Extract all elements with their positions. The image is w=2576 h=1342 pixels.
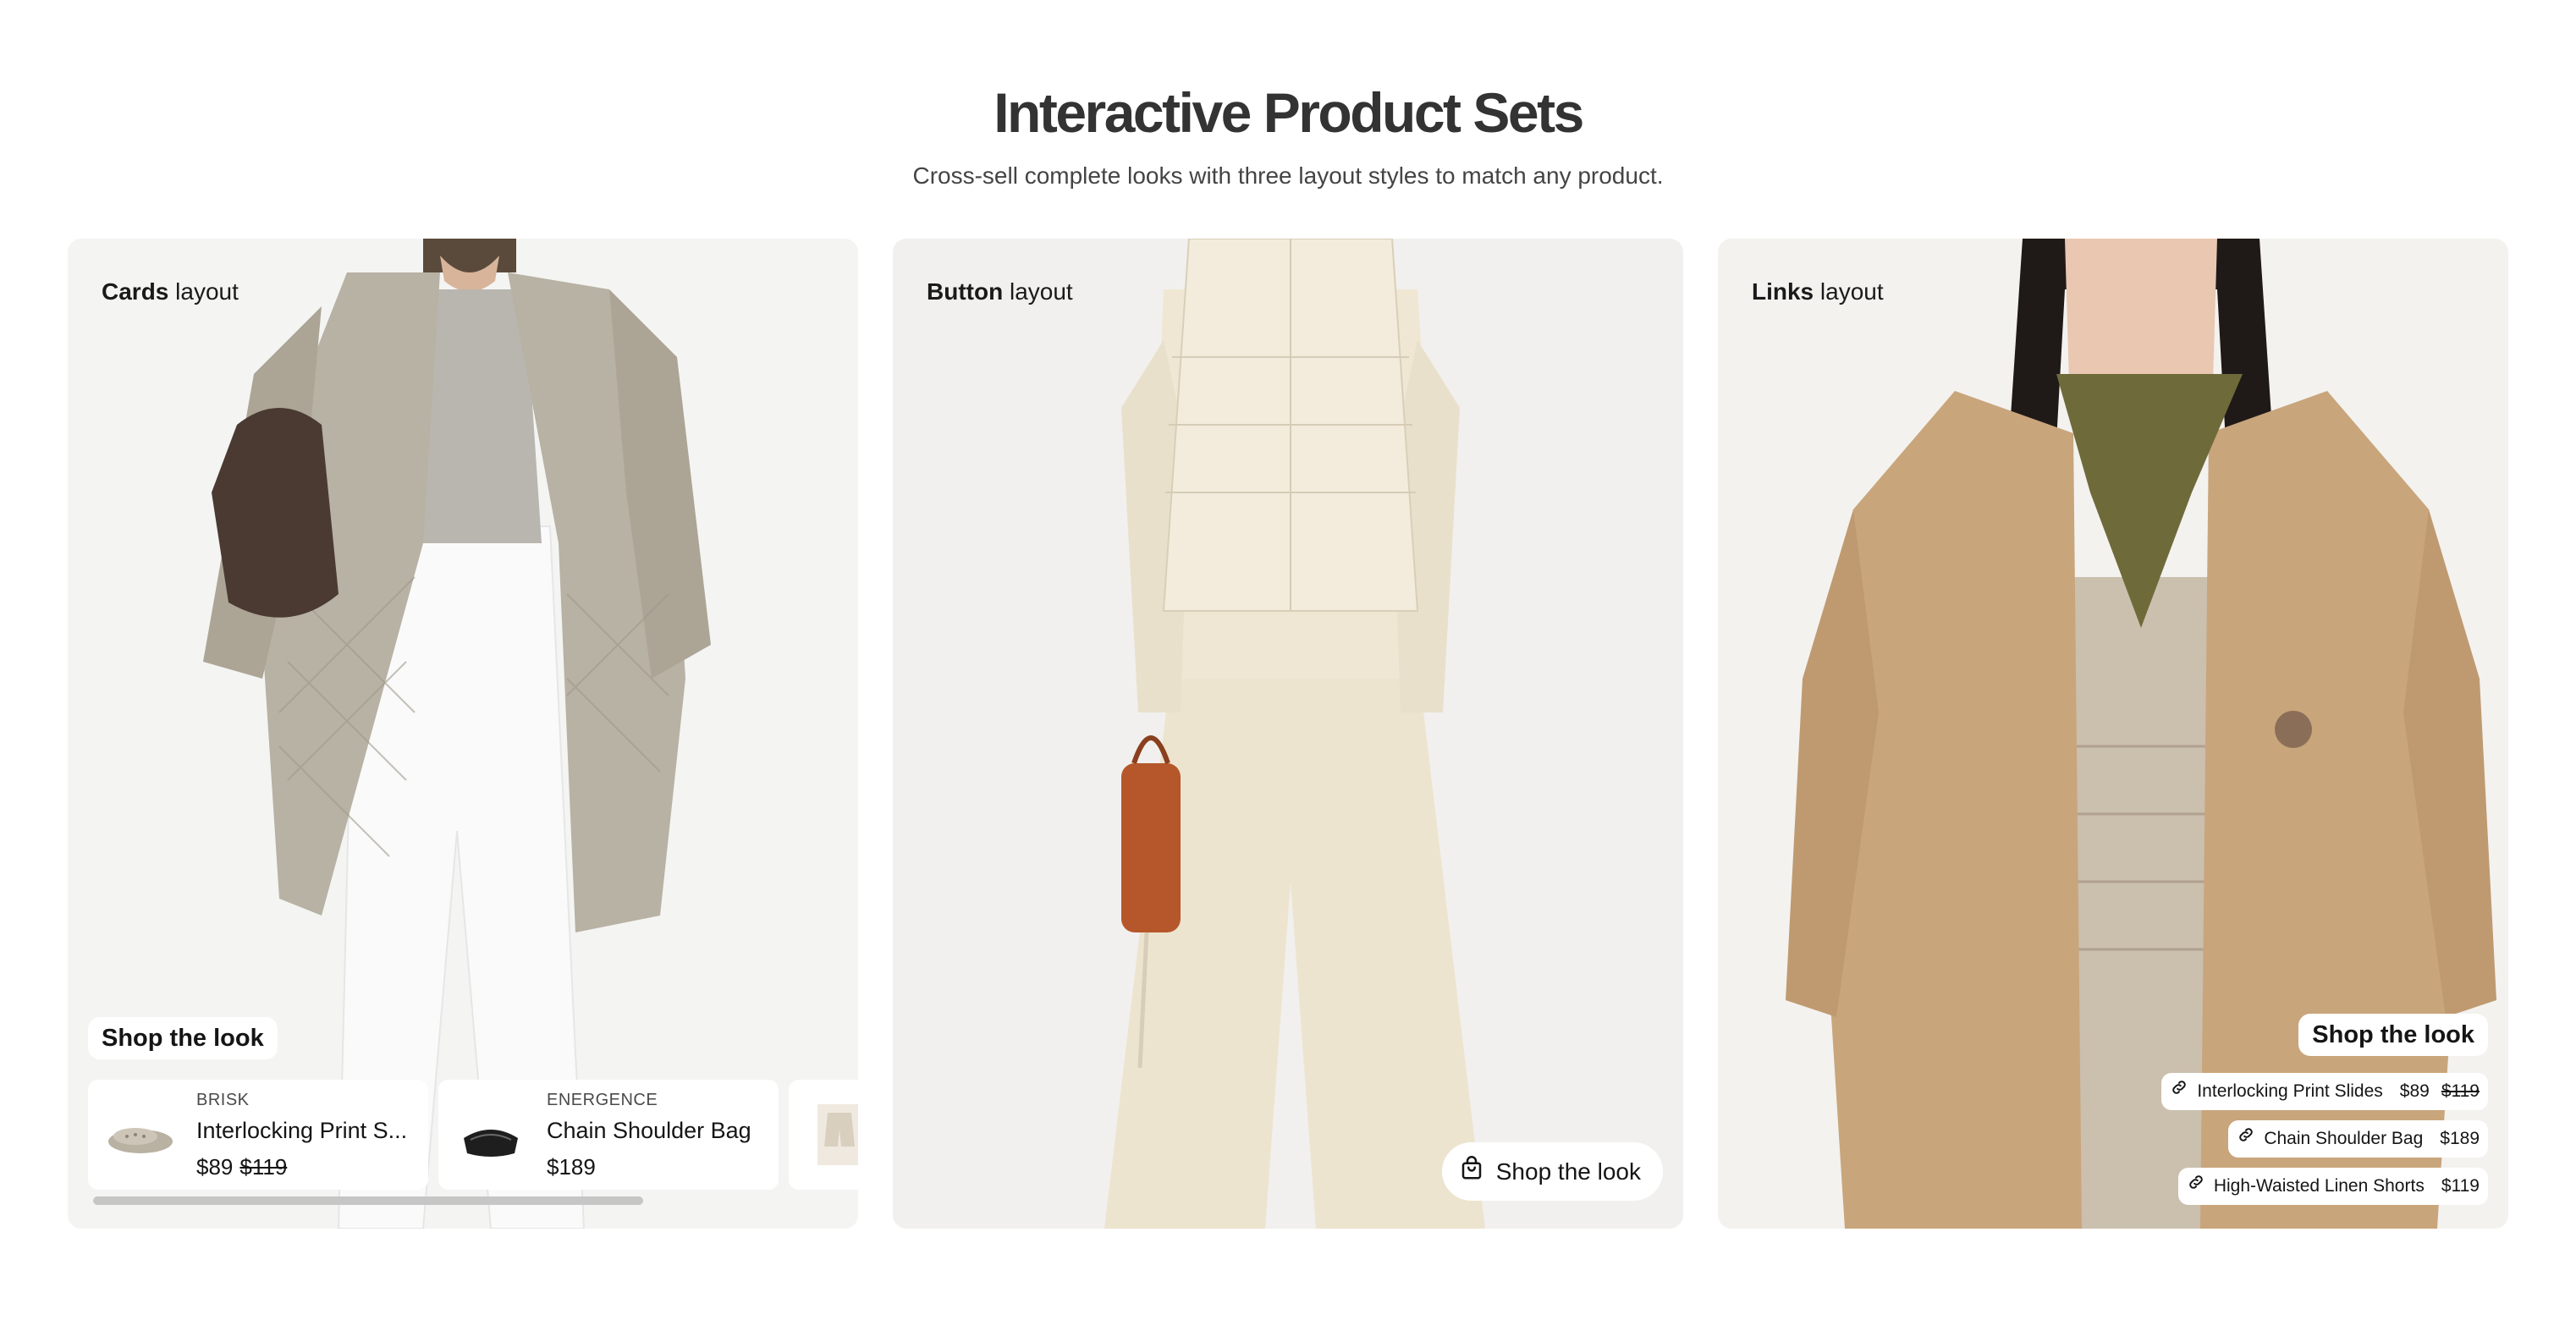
layout-label-cards: Cards layout [102,278,239,306]
links-layout-panel: Links layout Shop the look Interlocking … [1718,239,2508,1229]
product-card-shorts[interactable] [789,1080,858,1190]
product-link-bag[interactable]: Chain Shoulder Bag $189 [2228,1120,2488,1158]
product-link-shorts[interactable]: High-Waisted Linen Shorts $119 [2177,1168,2488,1205]
product-link-compare-price: $119 [2441,1081,2480,1101]
carousel-scrollbar[interactable] [93,1196,838,1205]
layout-label-links: Links layout [1752,278,1884,306]
layout-panels: Cards layout Shop the look BRISK Interlo… [68,239,2508,1229]
product-card-slides[interactable]: BRISK Interlocking Print S... $89 $119 [88,1080,428,1190]
product-price-row: $89 $119 [196,1154,413,1180]
page-subtitle: Cross-sell complete looks with three lay… [912,162,1664,189]
layout-label-rest: layout [168,278,239,305]
product-link-price: $119 [2441,1176,2480,1196]
product-brand: ENERGENCE [547,1091,658,1109]
product-brand: BRISK [196,1091,250,1109]
product-link-name: High-Waisted Linen Shorts [2213,1176,2425,1196]
shopping-bag-icon [1459,1156,1484,1187]
product-cards-carousel[interactable]: BRISK Interlocking Print S... $89 $119 EN… [88,1080,858,1190]
product-name: Chain Shoulder Bag [547,1118,751,1143]
product-link-name: Chain Shoulder Bag [2264,1129,2424,1148]
product-link-name: Interlocking Print Slides [2197,1081,2383,1101]
product-card-bag[interactable]: ENERGENCE Chain Shoulder Bag $189 [438,1080,779,1190]
product-link-price: $189 [2440,1129,2480,1148]
shop-the-look-label: Shop the look [88,1017,278,1059]
layout-label-button: Button layout [927,278,1073,306]
layout-label-rest: layout [1814,278,1884,305]
cards-layout-panel: Cards layout Shop the look BRISK Interlo… [68,239,858,1229]
shop-the-look-button[interactable]: Shop the look [1441,1142,1663,1201]
slides-icon [102,1096,179,1174]
model-photo-puffer-vest [893,239,1683,1229]
page-header: Interactive Product Sets Cross-sell comp… [0,0,2576,191]
link-icon [2237,1125,2255,1152]
link-icon [2187,1173,2205,1200]
shorts-icon [801,1096,858,1174]
bag-icon [452,1096,530,1174]
button-layout-panel: Button layout Shop the look [893,239,1683,1229]
product-price: $89 [196,1154,234,1180]
product-compare-price: $119 [239,1154,288,1180]
product-links-list: Interlocking Print Slides $89 $119 Chain… [2161,1073,2488,1205]
product-link-slides[interactable]: Interlocking Print Slides $89 $119 [2161,1073,2488,1110]
shop-the-look-button-label: Shop the look [1495,1158,1641,1185]
layout-label-rest: layout [1003,278,1073,305]
product-link-price: $89 [2399,1081,2430,1101]
layout-label-bold: Links [1752,278,1814,305]
layout-label-bold: Cards [102,278,169,305]
page-title: Interactive Product Sets [994,81,1584,144]
product-name: Interlocking Print S... [196,1118,408,1143]
layout-label-bold: Button [927,278,1004,305]
shop-the-look-label: Shop the look [2298,1014,2488,1056]
product-price: $189 [547,1154,596,1180]
link-icon [2170,1078,2188,1105]
carousel-scrollbar-thumb[interactable] [93,1196,643,1205]
